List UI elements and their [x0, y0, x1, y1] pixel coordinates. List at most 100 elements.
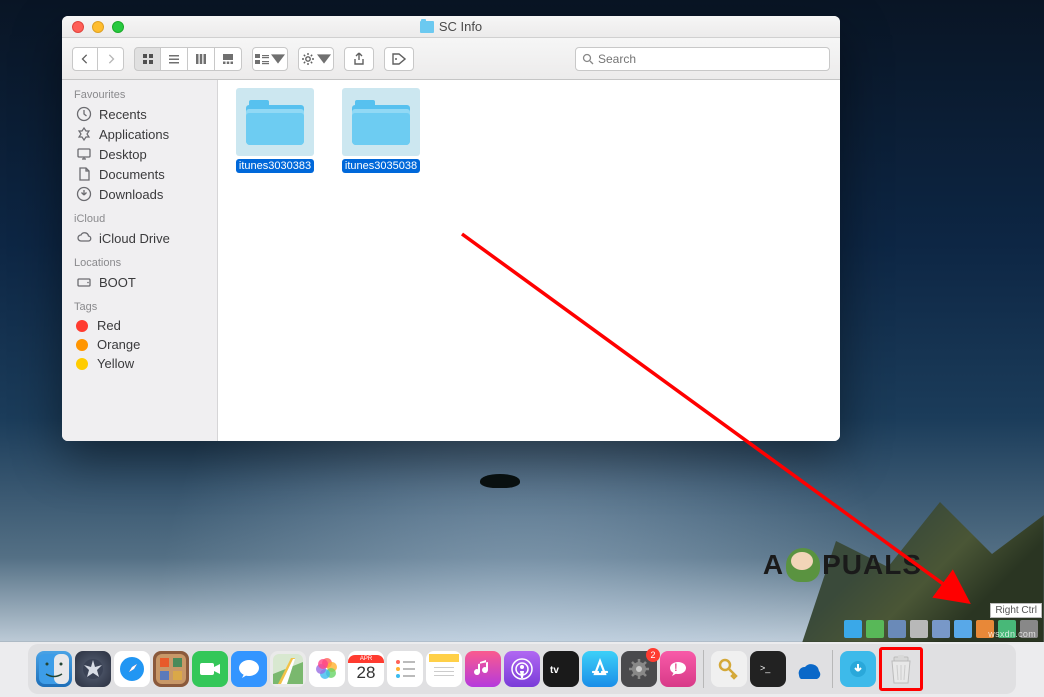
list-view-button[interactable]	[161, 47, 188, 71]
sidebar-item-icloud-drive[interactable]: iCloud Drive	[62, 228, 217, 248]
sidebar-item-label: Documents	[99, 167, 165, 182]
sidebar-item-label: Yellow	[97, 356, 134, 371]
logo-mascot-icon	[786, 548, 820, 582]
file-grid[interactable]: itunes3030383 itunes3035038	[218, 80, 840, 441]
sidebar-item-recents[interactable]: Recents	[62, 104, 217, 124]
minimize-button[interactable]	[92, 21, 104, 33]
feedback-app-icon[interactable]: !	[660, 651, 696, 687]
close-button[interactable]	[72, 21, 84, 33]
launchpad-app-icon[interactable]	[75, 651, 111, 687]
safari-app-icon[interactable]	[114, 651, 150, 687]
file-label: itunes3035038	[342, 159, 420, 173]
sidebar-item-label: Recents	[99, 107, 147, 122]
svg-text:tv: tv	[550, 665, 559, 676]
tags-header: Tags	[62, 298, 217, 316]
onedrive-app-icon[interactable]	[789, 651, 825, 687]
search-icon	[582, 53, 594, 65]
photos-app-icon[interactable]	[309, 651, 345, 687]
group-icon	[255, 52, 269, 66]
trash-icon[interactable]	[883, 651, 919, 687]
chevron-down-icon	[317, 52, 331, 66]
grid-icon	[142, 53, 154, 65]
tray-display-icon[interactable]	[954, 620, 972, 638]
finder-app-icon[interactable]	[36, 651, 72, 687]
chevron-right-icon	[106, 54, 116, 64]
folder-icon	[420, 21, 434, 33]
tv-app-icon[interactable]: tv	[543, 651, 579, 687]
sidebar-item-downloads[interactable]: Downloads	[62, 184, 217, 204]
notes-app-icon[interactable]	[426, 651, 462, 687]
messages-app-icon[interactable]	[231, 651, 267, 687]
appstore-app-icon[interactable]	[582, 651, 618, 687]
chevron-left-icon	[80, 54, 90, 64]
sidebar-item-yellow[interactable]: Yellow	[62, 354, 217, 373]
svg-text:!: !	[674, 662, 678, 674]
back-button[interactable]	[72, 47, 98, 71]
maps-app-icon[interactable]	[270, 651, 306, 687]
tag-icon	[392, 52, 406, 66]
action-menu-button[interactable]	[298, 47, 334, 71]
vm-shortcut-indicator: Right Ctrl	[990, 603, 1042, 618]
sidebar-item-label: BOOT	[99, 275, 136, 290]
music-app-icon[interactable]	[465, 651, 501, 687]
sidebar-item-label: iCloud Drive	[99, 231, 170, 246]
site-watermark: wsxdn.com	[988, 629, 1036, 639]
terminal-app-icon[interactable]: >_	[750, 651, 786, 687]
sidebar-item-documents[interactable]: Documents	[62, 164, 217, 184]
facetime-app-icon[interactable]	[192, 651, 228, 687]
share-button[interactable]	[344, 47, 374, 71]
sidebar-item-orange[interactable]: Orange	[62, 335, 217, 354]
trash-highlight	[879, 647, 923, 691]
disk-icon	[76, 274, 92, 290]
folder-icon	[236, 88, 314, 156]
window-title: SC Info	[62, 19, 840, 34]
icon-view-button[interactable]	[134, 47, 161, 71]
dock-separator	[703, 650, 704, 688]
sidebar-item-label: Downloads	[99, 187, 163, 202]
sidebar-item-desktop[interactable]: Desktop	[62, 144, 217, 164]
keychain-app-icon[interactable]	[711, 651, 747, 687]
reminders-app-icon[interactable]	[387, 651, 423, 687]
columns-icon	[195, 53, 207, 65]
favourites-header: Favourites	[62, 86, 217, 104]
column-view-button[interactable]	[188, 47, 215, 71]
wallpaper-island	[480, 474, 520, 488]
svg-text:>_: >_	[760, 663, 771, 673]
forward-button[interactable]	[98, 47, 124, 71]
sidebar-item-red[interactable]: Red	[62, 316, 217, 335]
tag-dot-icon	[76, 358, 88, 370]
downloads-stack-icon[interactable]	[840, 651, 876, 687]
gallery-view-button[interactable]	[215, 47, 242, 71]
calendar-app-icon[interactable]: APR28	[348, 651, 384, 687]
title-text: SC Info	[439, 19, 482, 34]
sidebar-item-label: Orange	[97, 337, 140, 352]
desktop-icon	[76, 146, 92, 162]
podcasts-app-icon[interactable]	[504, 651, 540, 687]
finder-toolbar	[62, 38, 840, 80]
window-titlebar[interactable]: SC Info	[62, 16, 840, 38]
tray-shared-icon[interactable]	[932, 620, 950, 638]
folder-item[interactable]: itunes3030383	[230, 88, 320, 173]
download-icon	[76, 186, 92, 202]
tray-network-icon[interactable]	[888, 620, 906, 638]
tray-disk-icon[interactable]	[844, 620, 862, 638]
file-label: itunes3030383	[236, 159, 314, 173]
tag-dot-icon	[76, 320, 88, 332]
search-field[interactable]	[575, 47, 830, 71]
search-input[interactable]	[598, 52, 823, 66]
chevron-down-icon	[271, 52, 285, 66]
sidebar-item-boot[interactable]: BOOT	[62, 272, 217, 292]
group-by-button[interactable]	[252, 47, 288, 71]
tray-usb-icon[interactable]	[910, 620, 928, 638]
tags-button[interactable]	[384, 47, 414, 71]
sidebar-item-applications[interactable]: Applications	[62, 124, 217, 144]
system-preferences-app-icon[interactable]: 2	[621, 651, 657, 687]
cloud-icon	[76, 230, 92, 246]
doc-icon	[76, 166, 92, 182]
folder-icon	[342, 88, 420, 156]
tray-disc-icon[interactable]	[866, 620, 884, 638]
zoom-button[interactable]	[112, 21, 124, 33]
folder-item[interactable]: itunes3035038	[336, 88, 426, 173]
finder-window: SC Info	[62, 16, 840, 441]
photo-app-icon[interactable]	[153, 651, 189, 687]
